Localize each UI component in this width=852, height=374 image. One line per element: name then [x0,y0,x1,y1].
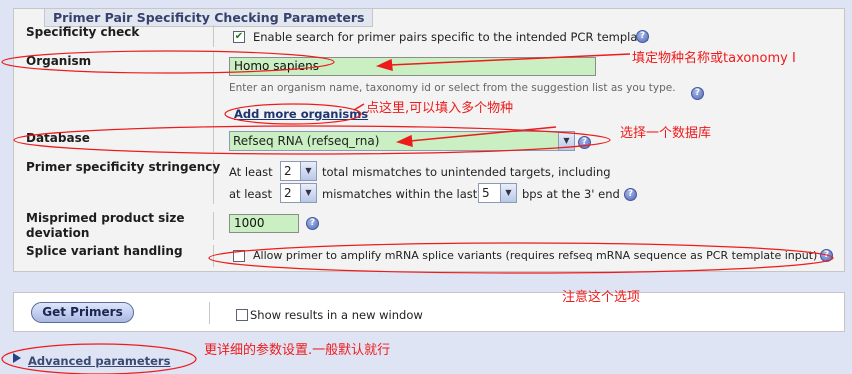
arrow-head [375,58,393,72]
organism-ellipse [1,50,335,74]
arrow-add-more [353,103,365,111]
splice-ellipse [208,242,834,274]
arrow-organism [389,53,631,66]
add-more-ellipse [224,103,362,125]
advanced-ellipse [1,343,197,374]
arrow-head [395,134,413,148]
annotation-overlay [1,50,834,374]
